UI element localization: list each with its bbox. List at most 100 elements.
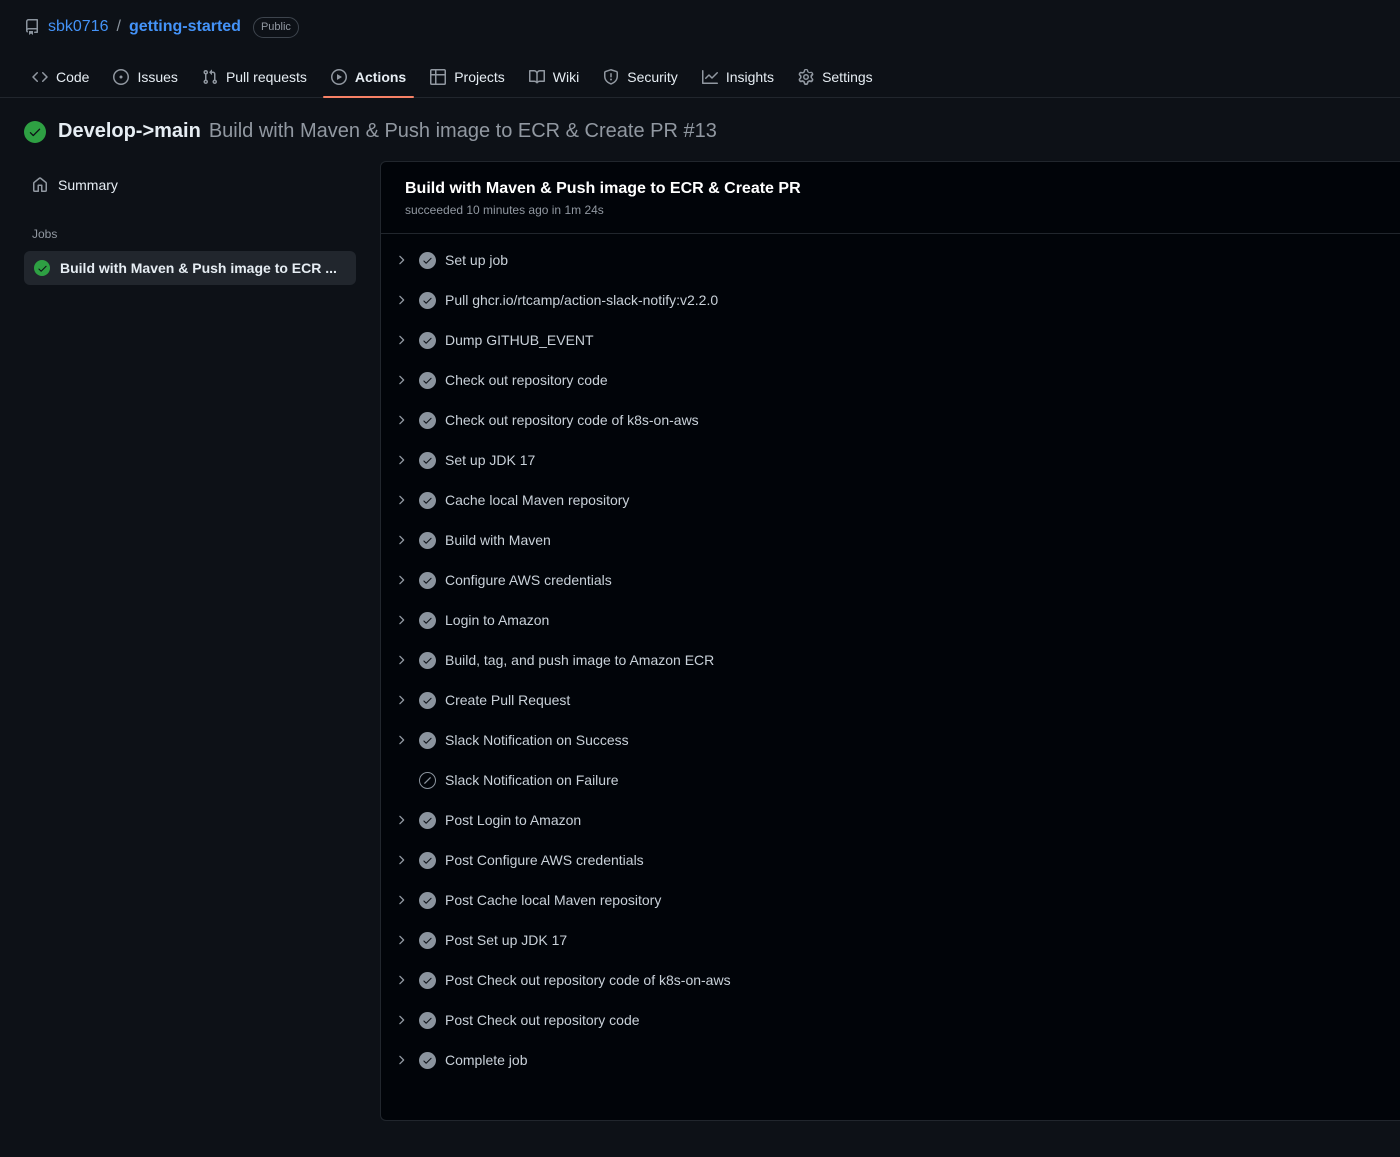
repo-separator: / xyxy=(116,18,121,35)
repo-header: sbk0716 / getting-started Public xyxy=(0,0,1400,40)
tab-wiki[interactable]: Wiki xyxy=(521,61,587,97)
chevron-right-icon[interactable] xyxy=(389,1053,413,1067)
tab-issues[interactable]: Issues xyxy=(105,61,185,97)
job-step-row[interactable]: Post Configure AWS credentials xyxy=(381,840,1400,880)
job-step-label: Slack Notification on Failure xyxy=(445,772,619,788)
check-circle-fill-icon xyxy=(413,891,441,909)
chevron-right-icon[interactable] xyxy=(389,293,413,307)
check-circle-fill-icon xyxy=(413,251,441,269)
chevron-right-icon[interactable] xyxy=(389,493,413,507)
job-steps-list: Set up job Pull ghcr.io/rtcamp/action-sla… xyxy=(381,234,1400,1120)
job-step-row[interactable]: Configure AWS credentials xyxy=(381,560,1400,600)
job-step-row[interactable]: Login to Amazon xyxy=(381,600,1400,640)
chevron-right-icon[interactable] xyxy=(389,1013,413,1027)
chevron-right-icon[interactable] xyxy=(389,453,413,467)
chevron-right-icon[interactable] xyxy=(389,613,413,627)
chevron-right-icon[interactable] xyxy=(389,733,413,747)
check-circle-fill-icon xyxy=(413,731,441,749)
sidebar-jobs-heading: Jobs xyxy=(32,227,58,241)
job-step-row[interactable]: Set up JDK 17 xyxy=(381,440,1400,480)
repo-name-link[interactable]: getting-started xyxy=(129,18,241,36)
book-icon xyxy=(528,69,545,85)
job-log-header: Build with Maven & Push image to ECR & C… xyxy=(381,162,1400,234)
job-step-label: Check out repository code of k8s-on-aws xyxy=(445,412,699,428)
job-step-row[interactable]: Dump GITHUB_EVENT xyxy=(381,320,1400,360)
chevron-right-icon[interactable] xyxy=(389,933,413,947)
job-title: Build with Maven & Push image to ECR & C… xyxy=(405,180,801,197)
chevron-right-icon[interactable] xyxy=(389,653,413,667)
tab-label: Code xyxy=(56,69,90,85)
tab-actions[interactable]: Actions xyxy=(322,61,415,98)
job-step-row[interactable]: Complete job xyxy=(381,1040,1400,1080)
visibility-badge: Public xyxy=(252,16,299,38)
job-step-row[interactable]: Slack Notification on Success xyxy=(381,720,1400,760)
chevron-right-icon[interactable] xyxy=(389,373,413,387)
job-step-row[interactable]: Check out repository code of k8s-on-aws xyxy=(381,400,1400,440)
job-status-summary: succeeded 10 minutes ago in 1m 24s xyxy=(405,203,604,217)
check-circle-fill-icon xyxy=(413,331,441,349)
job-step-label: Login to Amazon xyxy=(445,612,550,628)
job-step-label: Post Check out repository code of k8s-on… xyxy=(445,972,731,988)
job-step-row[interactable]: Check out repository code xyxy=(381,360,1400,400)
check-circle-fill-icon xyxy=(413,451,441,469)
job-step-row[interactable]: Create Pull Request xyxy=(381,680,1400,720)
job-step-label: Post Login to Amazon xyxy=(445,812,582,828)
play-icon xyxy=(330,69,347,85)
tab-settings[interactable]: Settings xyxy=(790,61,881,97)
tab-label: Insights xyxy=(725,69,775,85)
breadcrumb: sbk0716 / getting-started Public xyxy=(24,14,1376,40)
check-circle-fill-icon xyxy=(413,811,441,829)
repo-owner-link[interactable]: sbk0716 xyxy=(48,18,109,36)
chevron-right-icon[interactable] xyxy=(389,253,413,267)
run-body: Summary Jobs Build with Maven & Push ima… xyxy=(0,161,1400,1121)
job-step-row[interactable]: Slack Notification on Failure xyxy=(381,760,1400,800)
chevron-right-icon[interactable] xyxy=(389,893,413,907)
tab-code[interactable]: Code xyxy=(24,61,97,97)
job-step-row[interactable]: Post Cache local Maven repository xyxy=(381,880,1400,920)
job-step-row[interactable]: Build with Maven xyxy=(381,520,1400,560)
job-step-label: Build, tag, and push image to Amazon ECR xyxy=(445,652,715,668)
git-pull-request-icon xyxy=(202,69,218,85)
chevron-right-icon[interactable] xyxy=(389,413,413,427)
chevron-right-icon[interactable] xyxy=(389,813,413,827)
chevron-right-icon[interactable] xyxy=(389,853,413,867)
job-step-row[interactable]: Post Set up JDK 17 xyxy=(381,920,1400,960)
tab-label: Actions xyxy=(354,69,407,85)
tab-insights[interactable]: Insights xyxy=(694,61,782,97)
tab-label: Wiki xyxy=(552,69,580,85)
tab-label: Settings xyxy=(822,69,873,85)
tab-security[interactable]: Security xyxy=(595,61,686,97)
repo-nav-tabs: Code Issues Pull requests Actions Projec… xyxy=(0,52,1400,98)
job-step-row[interactable]: Post Check out repository code of k8s-on… xyxy=(381,960,1400,1000)
run-title-row: Develop->main Build with Maven & Push im… xyxy=(0,98,1400,161)
chevron-right-icon[interactable] xyxy=(389,333,413,347)
skip-icon xyxy=(413,771,441,789)
job-step-label: Create Pull Request xyxy=(445,692,571,708)
job-step-label: Check out repository code xyxy=(445,372,608,388)
job-step-label: Configure AWS credentials xyxy=(445,572,612,588)
job-step-row[interactable]: Build, tag, and push image to Amazon ECR xyxy=(381,640,1400,680)
home-icon xyxy=(32,177,48,193)
tab-label: Pull requests xyxy=(225,69,307,85)
sidebar-item-job[interactable]: Build with Maven & Push image to ECR ... xyxy=(24,251,356,285)
tab-label: Projects xyxy=(454,69,505,85)
tab-pull-requests[interactable]: Pull requests xyxy=(194,61,315,97)
job-step-label: Cache local Maven repository xyxy=(445,492,630,508)
job-step-row[interactable]: Pull ghcr.io/rtcamp/action-slack-notify:… xyxy=(381,280,1400,320)
sidebar-item-summary[interactable]: Summary xyxy=(24,171,356,199)
table-icon xyxy=(430,69,447,85)
job-step-row[interactable]: Post Check out repository code xyxy=(381,1000,1400,1040)
tab-projects[interactable]: Projects xyxy=(422,61,513,97)
check-circle-fill-icon xyxy=(413,571,441,589)
check-circle-fill-icon xyxy=(413,411,441,429)
job-step-row[interactable]: Post Login to Amazon xyxy=(381,800,1400,840)
run-workflow-name: Build with Maven & Push image to ECR & C… xyxy=(208,120,717,142)
job-step-row[interactable]: Cache local Maven repository xyxy=(381,480,1400,520)
sidebar-item-label: Summary xyxy=(58,177,118,193)
chevron-right-icon[interactable] xyxy=(389,973,413,987)
chevron-right-icon[interactable] xyxy=(389,693,413,707)
chevron-right-icon[interactable] xyxy=(389,573,413,587)
chevron-right-icon[interactable] xyxy=(389,533,413,547)
job-step-label: Complete job xyxy=(445,1052,528,1068)
job-step-row[interactable]: Set up job xyxy=(381,240,1400,280)
